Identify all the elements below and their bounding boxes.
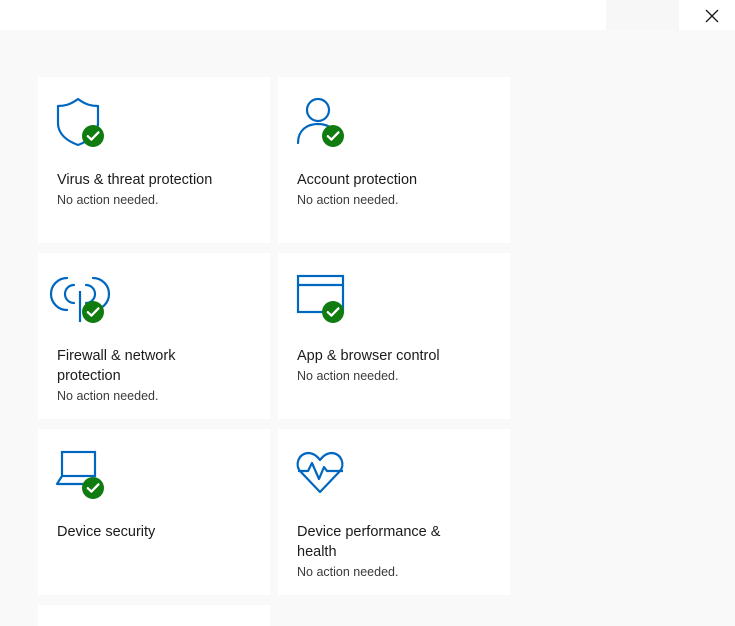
- tile-status: No action needed.: [297, 369, 399, 383]
- laptop-icon: [55, 449, 108, 501]
- tile-status: No action needed.: [297, 565, 399, 579]
- tile-title: Device security: [57, 524, 156, 540]
- tile-text: Device performance & health No action ne…: [297, 522, 467, 582]
- tile-device-performance-health[interactable]: Device performance & health No action ne…: [278, 429, 510, 595]
- tile-text: Device security: [57, 522, 257, 542]
- tile-text: Firewall & network protection No action …: [57, 346, 207, 406]
- tile-status: No action needed.: [297, 193, 399, 207]
- tile-text: Account protection No action needed.: [297, 170, 497, 210]
- person-icon: [296, 97, 348, 149]
- title-bar-button-area: [606, 0, 679, 30]
- tile-firewall-network-protection[interactable]: Firewall & network protection No action …: [38, 253, 270, 419]
- browser-window-icon: [296, 273, 348, 325]
- tile-title: App & browser control: [297, 348, 440, 364]
- close-icon: [705, 9, 719, 23]
- checkmark-icon: [82, 125, 104, 147]
- tile-partial[interactable]: [38, 605, 270, 626]
- tile-app-browser-control[interactable]: App & browser control No action needed.: [278, 253, 510, 419]
- checkmark-icon: [82, 301, 104, 323]
- close-button[interactable]: [689, 0, 735, 32]
- tile-account-protection[interactable]: Account protection No action needed.: [278, 77, 510, 243]
- tile-title: Firewall & network protection: [57, 348, 176, 384]
- wifi-antenna-icon: [49, 273, 111, 325]
- tile-device-security[interactable]: Device security: [38, 429, 270, 595]
- tile-text: Virus & threat protection No action need…: [57, 170, 257, 210]
- tile-title: Account protection: [297, 172, 418, 188]
- tile-title: Device performance & health: [297, 524, 441, 560]
- tile-status: No action needed.: [57, 193, 159, 207]
- tile-status: No action needed.: [57, 389, 159, 403]
- tile-title: Virus & threat protection: [57, 172, 213, 188]
- checkmark-icon: [82, 477, 104, 499]
- shield-icon: [56, 97, 108, 149]
- tile-virus-threat-protection[interactable]: Virus & threat protection No action need…: [38, 77, 270, 243]
- heart-pulse-icon: [296, 449, 348, 501]
- checkmark-icon: [322, 301, 344, 323]
- tile-text: App & browser control No action needed.: [297, 346, 497, 386]
- checkmark-icon: [322, 125, 344, 147]
- title-bar: [0, 0, 735, 30]
